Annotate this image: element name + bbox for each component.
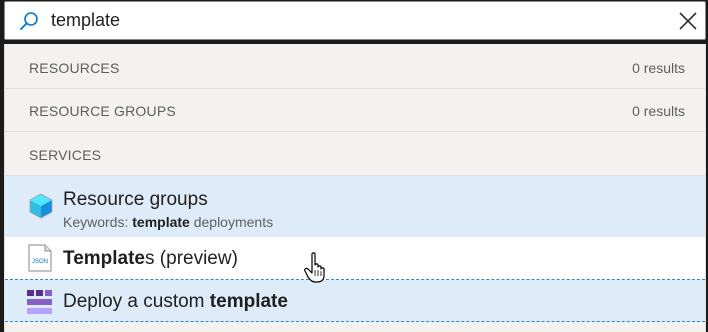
results-count: 0 results [632, 60, 685, 76]
section-services: SERVICES [5, 133, 705, 176]
hand-pointer-cursor-icon [304, 252, 325, 283]
svg-text:JSON: JSON [32, 259, 48, 265]
global-search-bar[interactable]: template [4, 1, 706, 40]
result-item-deploy-custom-template[interactable]: Deploy a custom template [5, 280, 705, 322]
section-resource-groups: RESOURCE GROUPS 0 results [5, 89, 705, 132]
search-results-dropdown: RESOURCES 0 results RESOURCE GROUPS 0 re… [4, 44, 706, 332]
item-title: Templates (preview) [63, 248, 238, 269]
section-title: SERVICES [29, 147, 102, 163]
results-count: 0 results [632, 103, 685, 119]
section-resources: RESOURCES 0 results [5, 46, 705, 89]
section-title: RESOURCE GROUPS [29, 103, 176, 119]
resource-group-cube-icon [29, 193, 53, 219]
result-item-resource-groups[interactable]: Resource groups Keywords: template deplo… [5, 176, 705, 237]
result-item-templates[interactable]: JSON Templates (preview) [5, 237, 705, 280]
item-keywords: Keywords: template deployments [63, 214, 274, 230]
search-input[interactable]: template [51, 10, 120, 31]
json-file-icon: JSON [28, 244, 52, 272]
search-icon [20, 12, 38, 30]
close-icon[interactable] [679, 12, 697, 30]
item-title: Resource groups [63, 189, 208, 210]
section-title: RESOURCES [29, 60, 120, 76]
template-grid-icon [27, 290, 52, 314]
item-title: Deploy a custom template [63, 291, 288, 312]
